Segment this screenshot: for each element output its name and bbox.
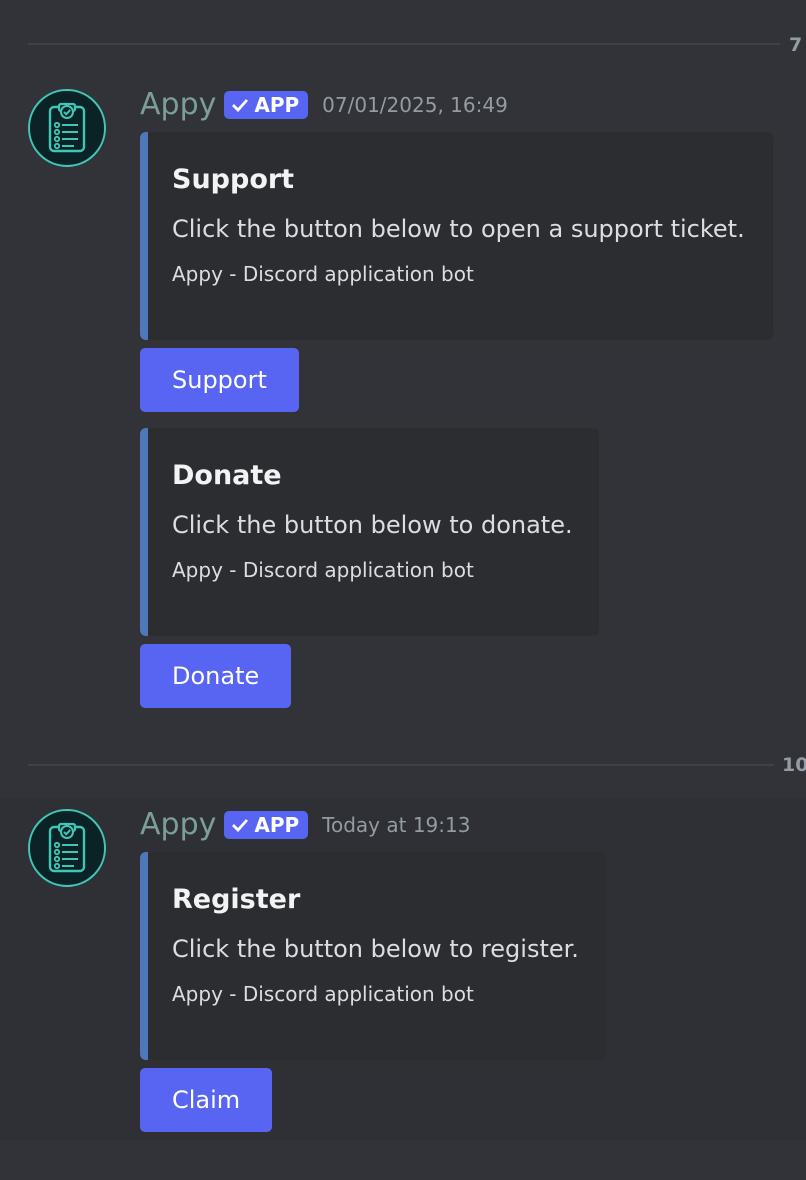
embed-donate: Donate Click the button below to donate.… bbox=[140, 428, 599, 636]
embed-description: Click the button below to donate. bbox=[172, 511, 573, 539]
app-badge-label: APP bbox=[254, 813, 300, 837]
embed-title: Register bbox=[172, 884, 301, 915]
username[interactable]: Appy bbox=[140, 90, 216, 120]
clipboard-checklist-icon bbox=[48, 102, 86, 153]
message-group: Appy APP Today at 19:13 Register Click t… bbox=[0, 798, 806, 1140]
support-button[interactable]: Support bbox=[140, 348, 299, 412]
embed-support: Support Click the button below to open a… bbox=[140, 132, 773, 340]
app-badge-label: APP bbox=[254, 93, 300, 117]
embed-title: Support bbox=[172, 164, 295, 195]
embed-description: Click the button below to register. bbox=[172, 935, 579, 963]
embed-footer: Appy - Discord application bot bbox=[172, 261, 474, 286]
checkmark-icon bbox=[232, 819, 249, 832]
message-group: Appy APP 07/01/2025, 16:49 Support Click… bbox=[0, 0, 806, 740]
avatar[interactable] bbox=[28, 809, 106, 887]
divider-label: 10 bbox=[782, 754, 806, 776]
embed-register: Register Click the button below to regis… bbox=[140, 852, 606, 1060]
timestamp[interactable]: Today at 19:13 bbox=[322, 813, 470, 837]
message-divider bbox=[28, 764, 774, 766]
embed-title: Donate bbox=[172, 460, 282, 491]
timestamp[interactable]: 07/01/2025, 16:49 bbox=[322, 93, 508, 117]
checkmark-icon bbox=[232, 99, 249, 112]
clipboard-checklist-icon bbox=[48, 822, 86, 873]
embed-description: Click the button below to open a support… bbox=[172, 215, 745, 243]
app-badge: APP bbox=[224, 811, 309, 839]
donate-button[interactable]: Donate bbox=[140, 644, 292, 708]
embed-footer: Appy - Discord application bot bbox=[172, 557, 474, 582]
message-header: Appy APP Today at 19:13 bbox=[140, 810, 470, 840]
message-header: Appy APP 07/01/2025, 16:49 bbox=[140, 90, 508, 120]
avatar[interactable] bbox=[28, 89, 106, 167]
claim-button[interactable]: Claim bbox=[140, 1068, 273, 1132]
app-badge: APP bbox=[224, 91, 309, 119]
username[interactable]: Appy bbox=[140, 810, 216, 840]
embed-footer: Appy - Discord application bot bbox=[172, 981, 474, 1006]
chat-view: 7 Appy APP 07/01/2025, 16:49 Support Cli… bbox=[0, 0, 806, 1180]
